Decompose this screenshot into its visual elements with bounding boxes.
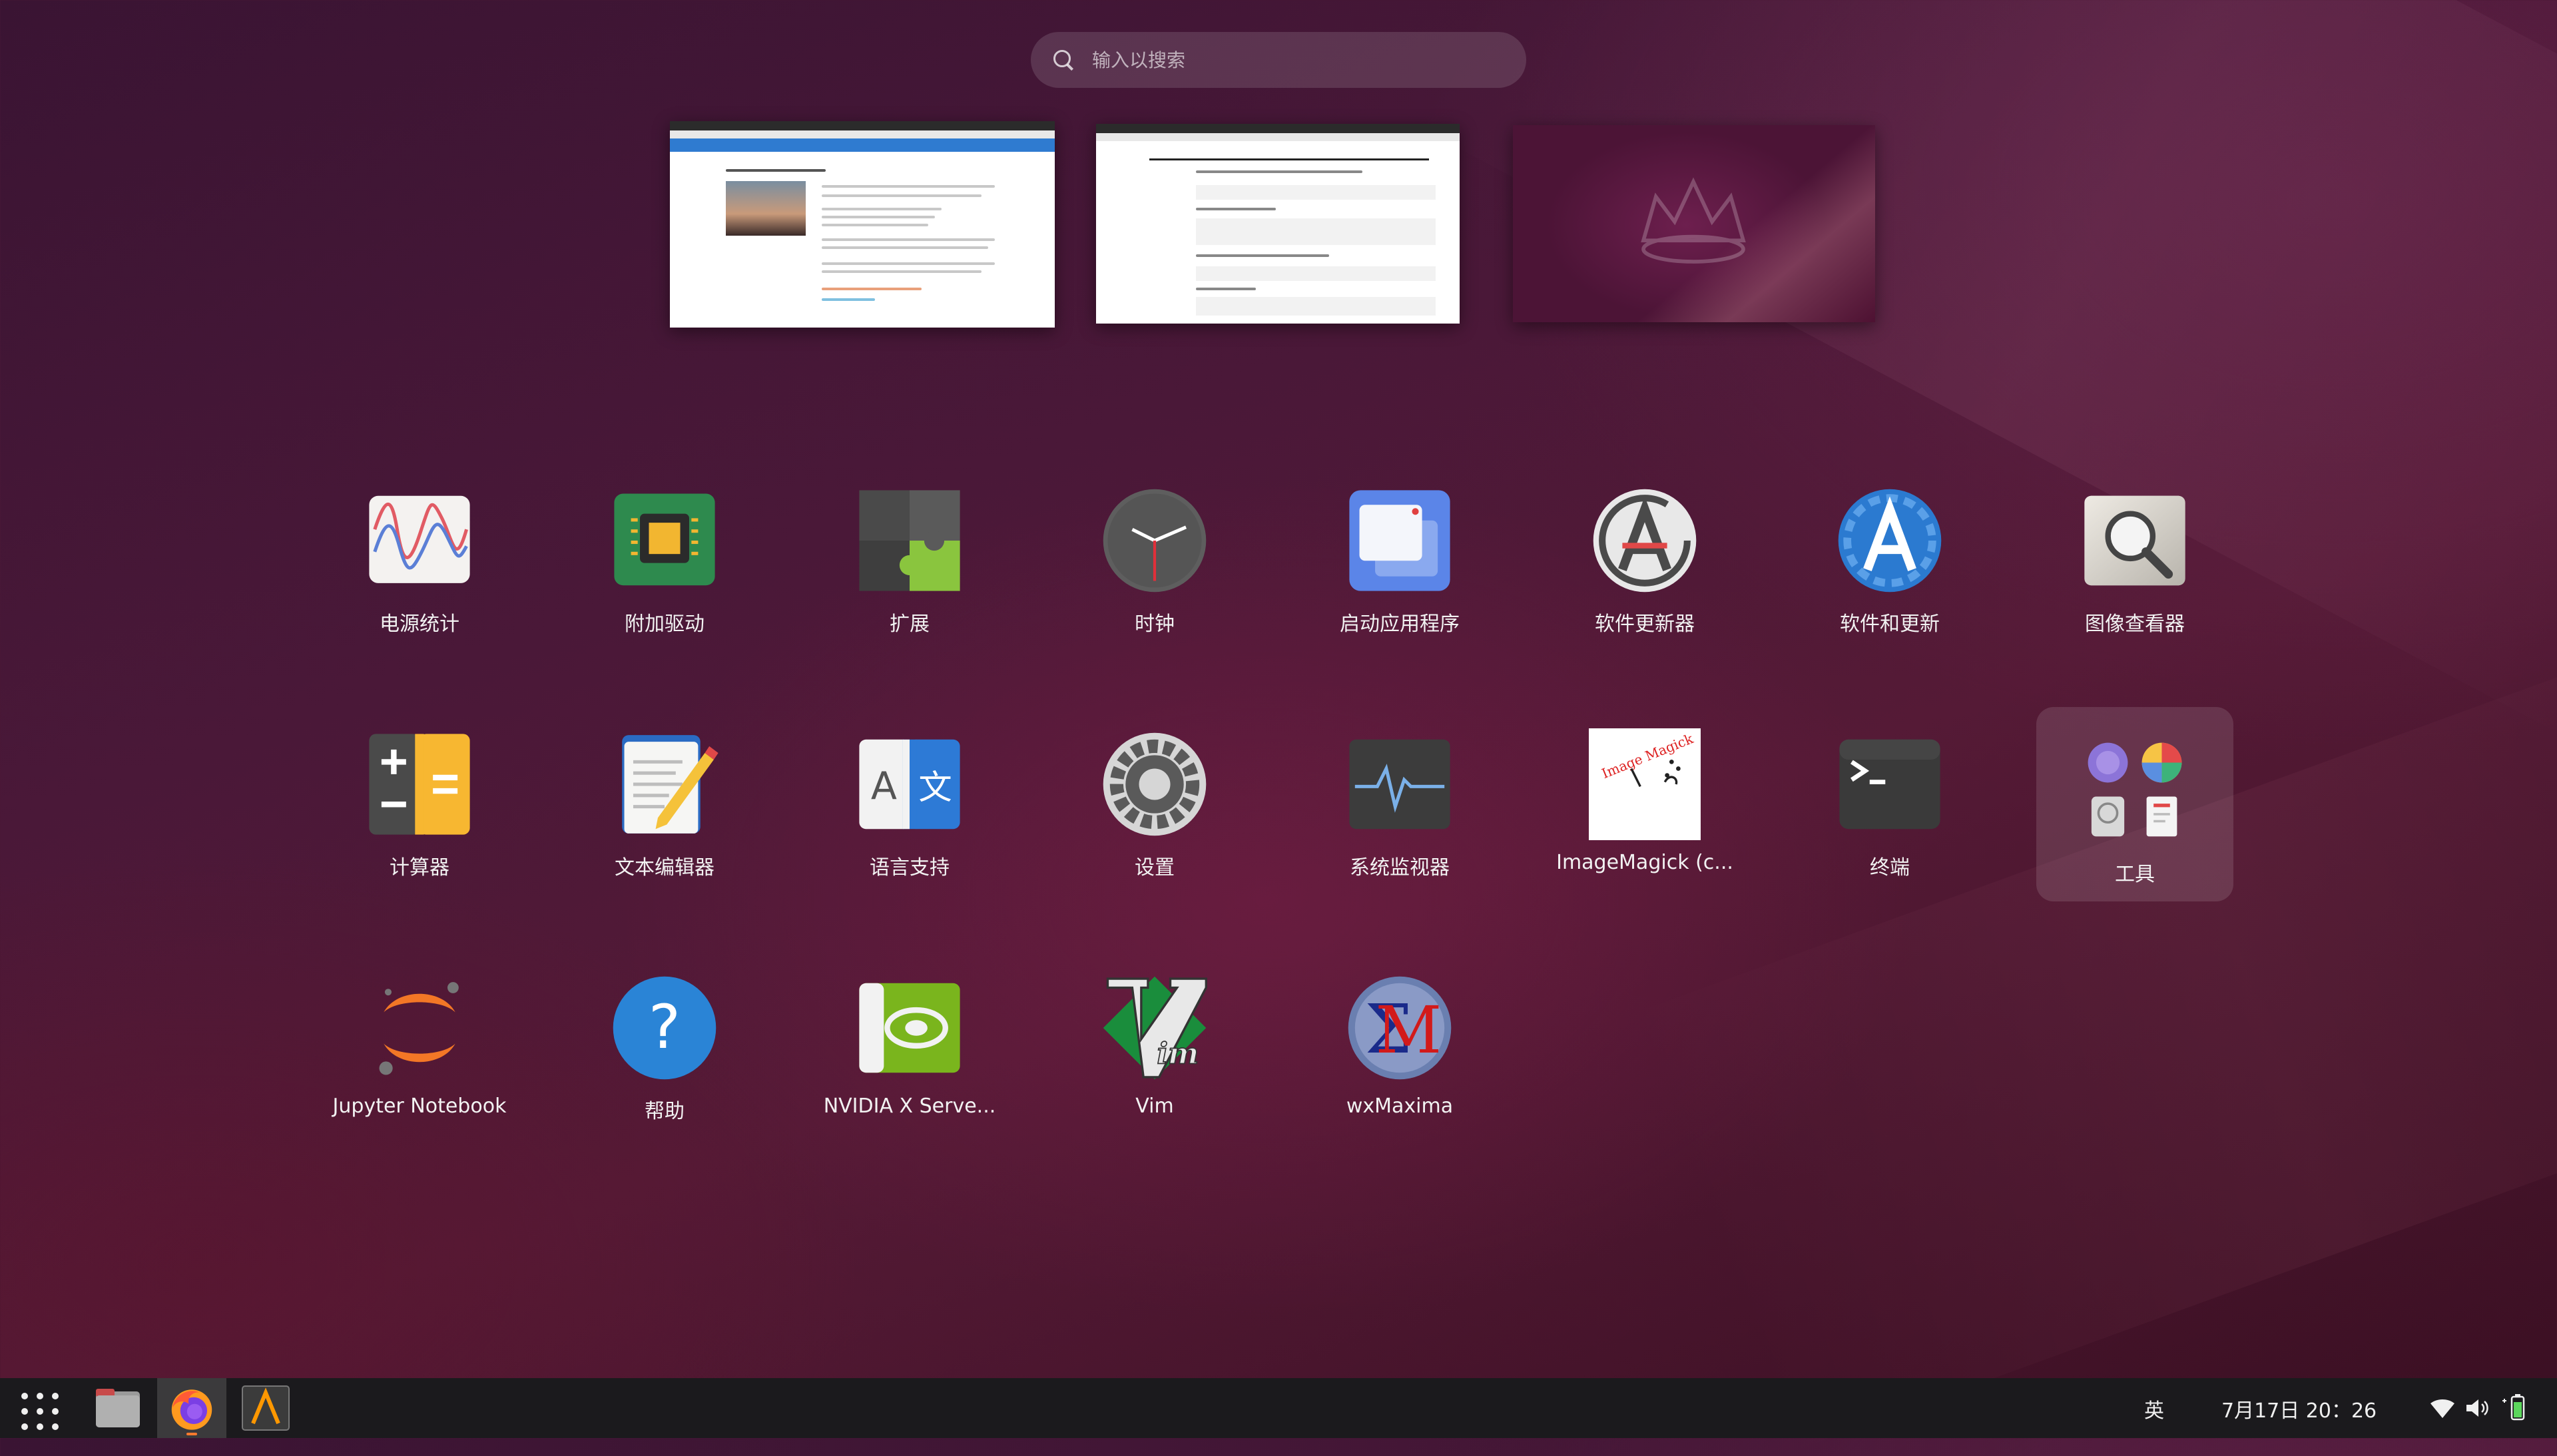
sublime-text-taskbar-item[interactable] <box>236 1378 296 1438</box>
app-label: 终端 <box>1790 851 1990 880</box>
volume-icon[interactable] <box>2464 1397 2490 1419</box>
wxmaxima-icon: Σ M <box>1344 972 1456 1084</box>
svg-text:?: ? <box>649 993 681 1063</box>
app-label: 计算器 <box>320 851 519 880</box>
app-label: 启动应用程序 <box>1300 607 1500 636</box>
imagemagick-icon: Image Magick <box>1589 728 1701 840</box>
svg-text:文: 文 <box>918 768 952 807</box>
svg-text:A: A <box>871 764 897 808</box>
language-support-icon: A 文 <box>854 728 966 840</box>
app-label: 扩展 <box>810 607 1009 636</box>
input-method-indicator[interactable]: 英 <box>2144 1394 2164 1423</box>
app-label: 系统监视器 <box>1300 851 1500 880</box>
workspace-thumbnail-1[interactable] <box>670 121 1055 328</box>
calculator-icon <box>364 728 475 840</box>
jupyter-icon <box>364 972 475 1084</box>
app-label: wxMaxima <box>1300 1094 1500 1118</box>
power-statistics-icon <box>364 485 475 597</box>
files-taskbar-item[interactable] <box>88 1378 148 1438</box>
svg-text:M: M <box>1376 993 1442 1068</box>
workspace-thumbnail-3[interactable] <box>1513 125 1875 322</box>
svg-text:im: im <box>1157 1037 1199 1071</box>
software-and-updates-icon <box>1834 485 1946 597</box>
app-label: 电源统计 <box>320 607 519 636</box>
app-label: Vim <box>1055 1094 1255 1118</box>
extensions-icon <box>854 485 966 597</box>
show-apps-icon[interactable] <box>21 1393 59 1430</box>
utilities-folder[interactable]: 工具 <box>2036 707 2233 901</box>
app-label: 图像查看器 <box>2035 607 2235 636</box>
utilities-folder-icon <box>2076 731 2193 848</box>
app-label: 软件和更新 <box>1790 607 1990 636</box>
system-monitor-icon <box>1344 728 1456 840</box>
settings-icon <box>1099 728 1211 840</box>
app-label: 工具 <box>2036 857 2233 887</box>
app-label: 语言支持 <box>810 851 1009 880</box>
app-label: 文本编辑器 <box>565 851 764 880</box>
text-editor-icon <box>609 728 720 840</box>
ubuntu-crown-logo <box>1630 172 1757 272</box>
software-updater-icon <box>1589 485 1701 597</box>
firefox-taskbar-item[interactable] <box>157 1378 226 1438</box>
app-label: 附加驱动 <box>565 607 764 636</box>
search-bar[interactable] <box>1031 32 1526 88</box>
wifi-icon[interactable] <box>2429 1397 2456 1419</box>
firefox-icon <box>168 1385 216 1433</box>
search-icon <box>1051 47 1076 73</box>
clock-icon <box>1099 485 1211 597</box>
additional-drivers-icon <box>609 485 720 597</box>
help-icon: ? <box>609 972 720 1084</box>
app-label: 软件更新器 <box>1545 607 1745 636</box>
files-icon <box>95 1387 141 1429</box>
clock-datetime[interactable]: 7月17日 20：26 <box>2221 1394 2377 1423</box>
image-viewer-icon <box>2079 485 2191 597</box>
startup-apps-icon <box>1344 485 1456 597</box>
vim-icon: im <box>1099 972 1211 1084</box>
app-label: 帮助 <box>565 1094 764 1124</box>
terminal-icon <box>1834 728 1946 840</box>
app-label: 时钟 <box>1055 607 1255 636</box>
app-label: 设置 <box>1055 851 1255 880</box>
app-label: ImageMagick (c... <box>1545 851 1745 874</box>
taskbar: 英 7月17日 20：26 <box>0 1378 2557 1438</box>
search-input[interactable] <box>1091 49 1493 72</box>
app-label: NVIDIA X Serve... <box>810 1094 1009 1118</box>
app-label: Jupyter Notebook <box>320 1094 519 1118</box>
nvidia-icon <box>854 972 966 1084</box>
workspace-thumbnail-2[interactable] <box>1096 124 1460 324</box>
sublime-text-icon <box>241 1385 290 1431</box>
battery-icon[interactable] <box>2498 1393 2530 1422</box>
